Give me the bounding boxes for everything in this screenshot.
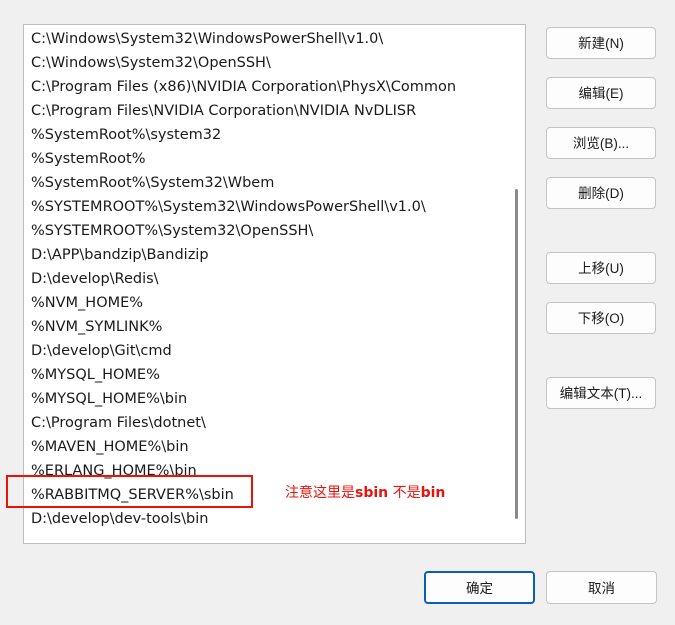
move-down-button[interactable]: 下移(O): [546, 302, 656, 334]
path-list-item[interactable]: %SystemRoot%\system32: [24, 123, 510, 147]
path-list-item[interactable]: D:\develop\dev-tools\bin: [24, 507, 510, 531]
vertical-scrollbar[interactable]: [509, 25, 525, 543]
browse-button[interactable]: 浏览(B)...: [546, 127, 656, 159]
path-list-items: C:\Windows\System32\WindowsPowerShell\v1…: [24, 27, 510, 531]
ok-button[interactable]: 确定: [424, 571, 535, 604]
path-list-item[interactable]: %SystemRoot%\System32\Wbem: [24, 171, 510, 195]
delete-button[interactable]: 删除(D): [546, 177, 656, 209]
annotation-text-3: 不是: [388, 485, 421, 501]
path-list-item[interactable]: %SYSTEMROOT%\System32\WindowsPowerShell\…: [24, 195, 510, 219]
path-list-item[interactable]: %NVM_HOME%: [24, 291, 510, 315]
scrollbar-thumb[interactable]: [515, 189, 518, 519]
path-list-item[interactable]: %ERLANG_HOME%\bin: [24, 459, 510, 483]
path-list-item[interactable]: %NVM_SYMLINK%: [24, 315, 510, 339]
path-list-item[interactable]: C:\Windows\System32\WindowsPowerShell\v1…: [24, 27, 510, 51]
path-list[interactable]: C:\Windows\System32\WindowsPowerShell\v1…: [23, 24, 526, 544]
new-button[interactable]: 新建(N): [546, 27, 656, 59]
path-list-item[interactable]: %SystemRoot%: [24, 147, 510, 171]
cancel-button[interactable]: 取消: [546, 571, 657, 604]
path-list-item[interactable]: %SYSTEMROOT%\System32\OpenSSH\: [24, 219, 510, 243]
path-list-item[interactable]: C:\Windows\System32\OpenSSH\: [24, 51, 510, 75]
path-list-item[interactable]: C:\Program Files\NVIDIA Corporation\NVID…: [24, 99, 510, 123]
annotation-text-4: bin: [420, 485, 446, 501]
path-list-item[interactable]: D:\develop\Git\cmd: [24, 339, 510, 363]
edit-button[interactable]: 编辑(E): [546, 77, 656, 109]
move-up-button[interactable]: 上移(U): [546, 252, 656, 284]
path-list-item[interactable]: %MYSQL_HOME%\bin: [24, 387, 510, 411]
path-list-item[interactable]: %MAVEN_HOME%\bin: [24, 435, 510, 459]
annotation-text-1: 注意这里是: [285, 485, 355, 501]
path-list-item[interactable]: D:\APP\bandzip\Bandizip: [24, 243, 510, 267]
path-list-item[interactable]: D:\develop\Redis\: [24, 267, 510, 291]
path-list-item[interactable]: %MYSQL_HOME%: [24, 363, 510, 387]
path-list-item[interactable]: C:\Program Files (x86)\NVIDIA Corporatio…: [24, 75, 510, 99]
path-list-item[interactable]: C:\Program Files\dotnet\: [24, 411, 510, 435]
annotation-note: 注意这里是sbin 不是bin: [285, 482, 445, 502]
annotation-text-2: sbin: [355, 485, 389, 501]
edit-text-button[interactable]: 编辑文本(T)...: [546, 377, 656, 409]
